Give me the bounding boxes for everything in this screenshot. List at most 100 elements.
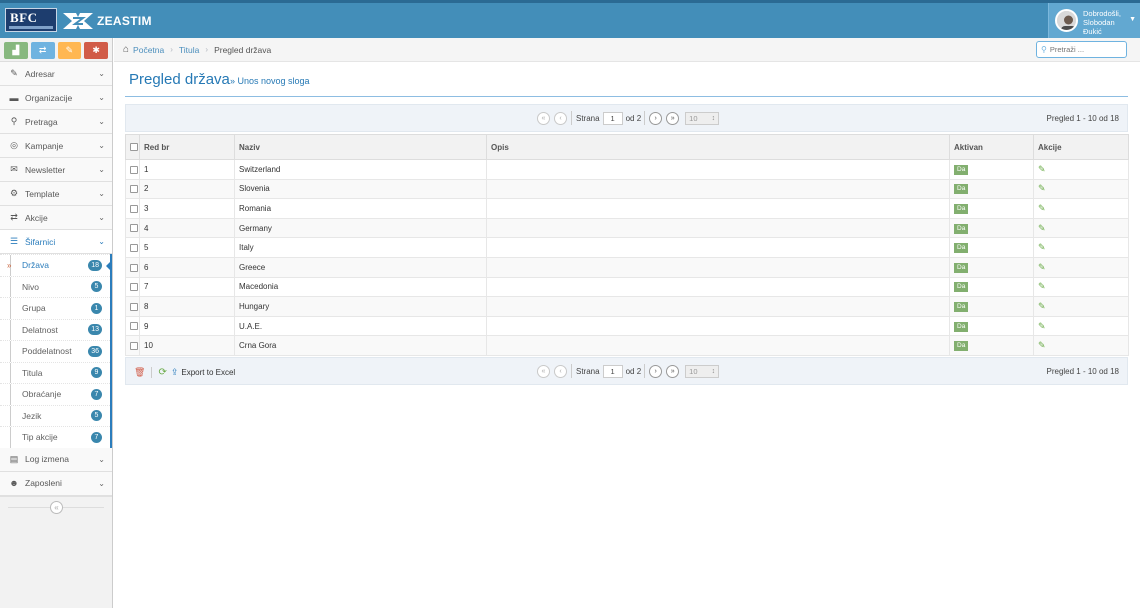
- search-input[interactable]: [1049, 45, 1120, 54]
- table-row[interactable]: 1 Switzerland Da ✎: [125, 159, 1129, 180]
- records-info: Pregled 1 - 10 od 18: [1046, 367, 1120, 376]
- sidebar-item-newsletter[interactable]: ✉ Newsletter ⌄: [0, 158, 112, 182]
- next-page-button[interactable]: ›: [649, 364, 663, 378]
- row-checkbox[interactable]: [130, 342, 138, 351]
- page-size-select[interactable]: 10: [685, 364, 720, 378]
- delete-icon[interactable]: 🗑: [134, 367, 145, 378]
- row-checkbox[interactable]: [130, 244, 138, 253]
- shortcut-pencil-button[interactable]: ✎: [57, 42, 82, 59]
- row-checkbox[interactable]: [130, 283, 138, 292]
- next-page-button[interactable]: ›: [649, 111, 663, 125]
- export-excel-button[interactable]: Export to Excel: [181, 368, 235, 377]
- submenu-item-label: Poddelatnost: [22, 346, 72, 357]
- submenu-item-obracanje[interactable]: Obraćanje 7: [0, 383, 110, 405]
- list-icon: ☰: [9, 236, 19, 246]
- submenu-item-delatnost[interactable]: Delatnost 13: [0, 318, 110, 341]
- shortcut-gear-button[interactable]: ✱: [84, 42, 108, 59]
- table-row[interactable]: 2 Slovenia Da ✎: [125, 178, 1129, 200]
- column-header-opis[interactable]: Opis: [486, 134, 950, 160]
- sidebar-item-kampanje[interactable]: ◎ Kampanje ⌄: [0, 134, 112, 158]
- tool-separator: [151, 367, 153, 378]
- edit-icon[interactable]: ✎: [1038, 183, 1046, 193]
- records-info: Pregled 1 - 10 od 18: [1046, 114, 1120, 123]
- submenu-item-label: Titula: [22, 367, 43, 378]
- submenu-item-grupa[interactable]: Grupa 1: [0, 297, 110, 319]
- last-page-button[interactable]: »: [666, 364, 680, 378]
- edit-icon[interactable]: ✎: [1038, 203, 1046, 213]
- table-row[interactable]: 4 Germany Da ✎: [125, 217, 1129, 239]
- row-checkbox[interactable]: [130, 165, 138, 174]
- table-row[interactable]: 3 Romania Da ✎: [125, 198, 1129, 219]
- edit-icon[interactable]: ✎: [1038, 223, 1046, 233]
- edit-icon[interactable]: ✎: [1038, 242, 1046, 252]
- shortcut-exchange-button[interactable]: ⇄: [30, 42, 55, 59]
- sidebar-item-log-izmena[interactable]: ▤ Log izmena ⌄: [0, 447, 112, 472]
- submenu-item-poddelatnost[interactable]: Poddelatnost 36: [0, 340, 110, 362]
- first-page-button[interactable]: «: [537, 111, 550, 125]
- row-select-cell: [125, 198, 140, 219]
- page-number-input[interactable]: 1: [602, 364, 623, 378]
- sidebar-item-zaposleni[interactable]: ☻ Zaposleni ⌄: [0, 471, 112, 496]
- select-all-checkbox[interactable]: [130, 143, 138, 152]
- edit-icon[interactable]: ✎: [1038, 262, 1046, 272]
- sidebar-item-organizacije[interactable]: ▬ Organizacije ⌄: [0, 86, 112, 110]
- cell-aktivan: Da: [949, 335, 1034, 356]
- envelope-icon: ✉: [10, 164, 18, 174]
- first-page-button[interactable]: «: [537, 364, 550, 378]
- row-checkbox[interactable]: [130, 322, 138, 331]
- edit-icon[interactable]: ✎: [1038, 340, 1046, 350]
- table-row[interactable]: 8 Hungary Da ✎: [125, 296, 1129, 317]
- row-checkbox[interactable]: [130, 185, 138, 194]
- chevron-down-icon: ⌄: [98, 454, 105, 464]
- submenu-item-nivo[interactable]: Nivo 5: [0, 275, 110, 298]
- sidebar-item-sifarnici[interactable]: ☰ Šifarnici ⌄: [0, 230, 112, 254]
- table-row[interactable]: 6 Greece Da ✎: [125, 256, 1129, 278]
- row-checkbox[interactable]: [130, 224, 138, 233]
- cell-naziv: Crna Gora: [234, 335, 487, 356]
- collapse-sidebar-button[interactable]: «: [50, 500, 63, 514]
- submenu-item-titula[interactable]: Titula 9: [0, 361, 110, 384]
- table-row[interactable]: 10 Crna Gora Da ✎: [125, 335, 1129, 356]
- page-size-select[interactable]: 10: [685, 111, 720, 125]
- breadcrumb-parent-link[interactable]: Titula: [179, 45, 199, 55]
- row-checkbox[interactable]: [130, 302, 138, 311]
- edit-icon[interactable]: ✎: [1038, 301, 1046, 311]
- bfc-logo-text: BFC: [10, 10, 38, 25]
- last-page-button[interactable]: »: [666, 111, 680, 125]
- table-row[interactable]: 7 Macedonia Da ✎: [125, 276, 1129, 298]
- row-checkbox[interactable]: [130, 263, 138, 272]
- cell-red-br: 2: [139, 178, 235, 200]
- sidebar-item-label: Pretraga: [25, 116, 58, 127]
- table-row[interactable]: 5 Italy Da ✎: [125, 237, 1129, 258]
- prev-page-button[interactable]: ‹: [554, 364, 567, 378]
- sidebar-item-template[interactable]: ⚙ Template ⌄: [0, 182, 112, 206]
- edit-icon[interactable]: ✎: [1038, 281, 1046, 291]
- edit-icon[interactable]: ✎: [1038, 321, 1046, 331]
- edit-icon[interactable]: ✎: [1038, 164, 1046, 174]
- page-number-input[interactable]: 1: [602, 111, 623, 125]
- table-row[interactable]: 9 U.A.E. Da ✎: [125, 315, 1129, 337]
- prev-page-button[interactable]: ‹: [554, 111, 567, 125]
- column-header-naziv[interactable]: Naziv: [234, 134, 487, 160]
- user-menu[interactable]: Dobrodošli, Slobodan Đukić ▼: [1048, 3, 1140, 38]
- breadcrumb-home-link[interactable]: Početna: [133, 45, 164, 55]
- sidebar-item-adresar[interactable]: ✎ Adresar ⌄: [0, 62, 112, 86]
- refresh-icon[interactable]: ⟳: [158, 367, 166, 378]
- sidebar-item-pretraga[interactable]: ⚲ Pretraga ⌄: [0, 110, 112, 134]
- submenu-item-drzava[interactable]: » Država 18: [0, 254, 112, 276]
- breadcrumb-separator-icon: ›: [205, 45, 209, 54]
- cell-opis: [486, 217, 950, 239]
- column-header-red-br[interactable]: Red br: [139, 134, 235, 160]
- submenu-item-jezik[interactable]: Jezik 5: [0, 404, 110, 427]
- sidebar-item-akcije[interactable]: ⇄ Akcije ⌄: [0, 206, 112, 230]
- submenu-item-tip-akcije[interactable]: Tip akcije 7: [0, 426, 110, 448]
- page-title: Pregled država: [129, 71, 230, 88]
- bfc-logo[interactable]: BFC: [5, 8, 57, 32]
- new-record-link[interactable]: » Unos novog sloga: [230, 76, 310, 86]
- column-header-aktivan[interactable]: Aktivan: [949, 134, 1034, 160]
- zeastim-logo[interactable]: ZEASTIM: [62, 8, 152, 34]
- shortcut-chart-button[interactable]: ▟: [4, 42, 28, 59]
- row-select-cell: [125, 237, 140, 258]
- table-body: 1 Switzerland Da ✎ 2 Slovenia Da ✎ 3 Romania Da ✎ 4 G…: [125, 159, 1129, 356]
- row-checkbox[interactable]: [130, 204, 138, 213]
